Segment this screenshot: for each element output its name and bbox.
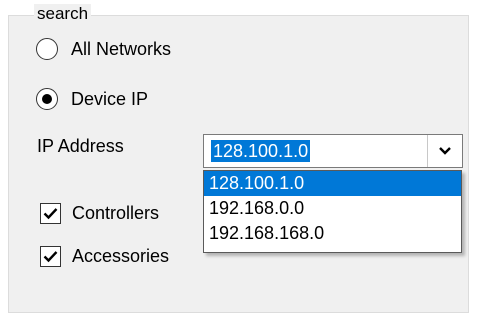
- checkmark-icon: [43, 250, 58, 262]
- radio-dot-icon: [42, 94, 52, 104]
- radio-button-unchecked[interactable]: [36, 38, 58, 60]
- checkbox-controllers[interactable]: Controllers: [40, 200, 159, 226]
- radio-device-ip[interactable]: Device IP: [36, 86, 148, 112]
- radio-device-ip-label: Device IP: [71, 88, 149, 109]
- checkbox-controllers-label: Controllers: [72, 202, 160, 223]
- checkbox-accessories[interactable]: Accessories: [40, 243, 169, 269]
- ip-address-combobox[interactable]: 128.100.1.0: [203, 134, 463, 168]
- checkmark-icon: [43, 207, 58, 219]
- groupbox-title: search: [34, 4, 92, 24]
- ip-address-dropdown-list[interactable]: 128.100.1.0 192.168.0.0 192.168.168.0: [203, 170, 462, 253]
- dropdown-option[interactable]: 192.168.0.0: [204, 196, 461, 221]
- chevron-down-icon: [439, 147, 451, 155]
- radio-button-checked[interactable]: [36, 88, 58, 110]
- ip-address-label: IP Address: [37, 136, 124, 156]
- dropdown-option[interactable]: 128.100.1.0: [204, 171, 461, 196]
- checkbox-accessories-label: Accessories: [72, 245, 170, 266]
- radio-all-networks-label: All Networks: [71, 38, 172, 59]
- radio-all-networks[interactable]: All Networks: [36, 36, 171, 62]
- dropdown-arrow-button[interactable]: [427, 135, 462, 167]
- checkbox-box[interactable]: [40, 245, 61, 267]
- checkbox-box[interactable]: [40, 202, 61, 224]
- ip-address-value[interactable]: 128.100.1.0: [211, 140, 311, 162]
- dropdown-option[interactable]: 192.168.168.0: [204, 221, 461, 246]
